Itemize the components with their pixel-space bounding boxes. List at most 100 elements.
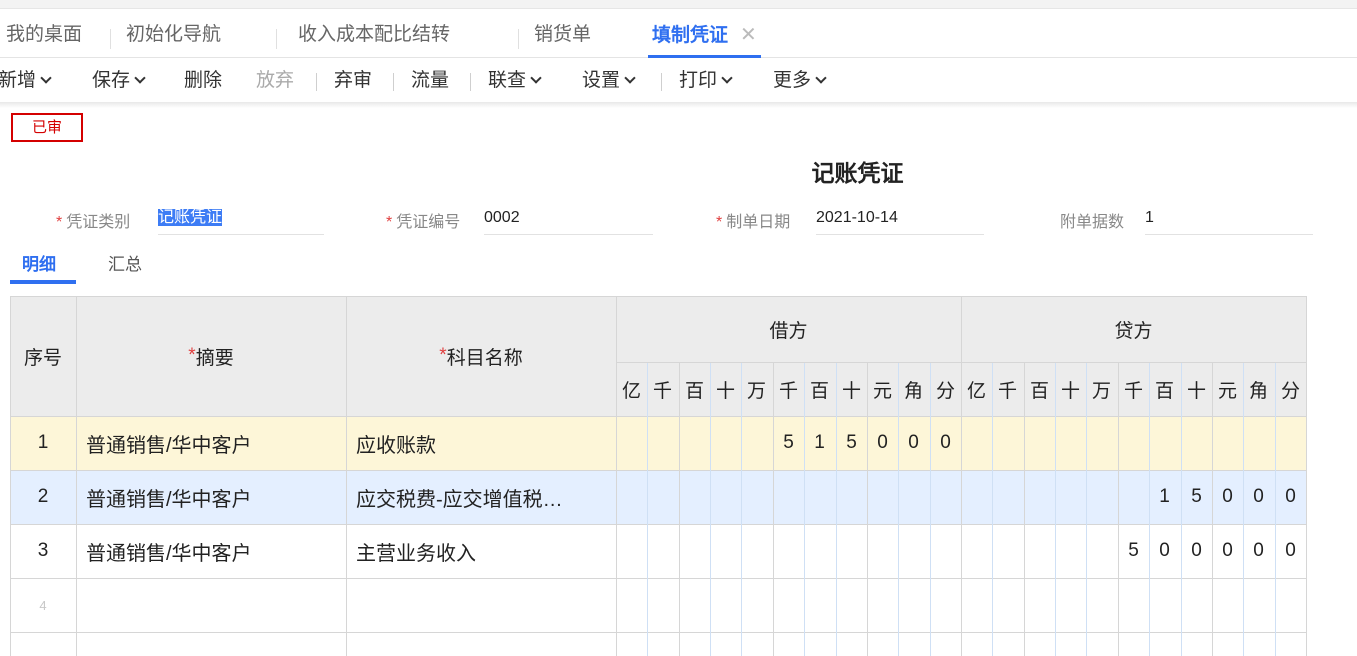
- debit-digit[interactable]: 0: [930, 416, 961, 470]
- debit-digit[interactable]: [647, 578, 678, 632]
- row-summary[interactable]: 普通销售/华中客户: [86, 416, 342, 470]
- voucher-type-field[interactable]: 记账凭证: [158, 206, 324, 235]
- debit-digit[interactable]: [773, 578, 804, 632]
- row-summary[interactable]: 普通销售/华中客户: [86, 524, 342, 578]
- row-account[interactable]: 应收账款: [356, 416, 612, 470]
- debit-digit[interactable]: [773, 470, 804, 524]
- debit-digit[interactable]: [679, 416, 710, 470]
- debit-digit[interactable]: [741, 524, 772, 578]
- debit-digit[interactable]: [741, 578, 772, 632]
- credit-digit[interactable]: 0: [1181, 524, 1212, 578]
- debit-digit[interactable]: [679, 470, 710, 524]
- debit-digit[interactable]: [867, 578, 898, 632]
- row-account[interactable]: [356, 578, 612, 632]
- debit-digit[interactable]: [647, 416, 678, 470]
- credit-digit[interactable]: [1086, 470, 1117, 524]
- credit-digit[interactable]: [961, 578, 992, 632]
- unaudit-button[interactable]: 弃审: [334, 58, 372, 104]
- credit-digit[interactable]: [1212, 578, 1243, 632]
- debit-digit[interactable]: [741, 470, 772, 524]
- tab-sales-order[interactable]: 销货单: [534, 9, 591, 55]
- debit-digit[interactable]: [898, 524, 929, 578]
- credit-digit[interactable]: [1118, 578, 1149, 632]
- debit-digit[interactable]: [616, 470, 647, 524]
- debit-digit[interactable]: [836, 578, 867, 632]
- credit-digit[interactable]: [961, 416, 992, 470]
- credit-digit[interactable]: [1024, 416, 1055, 470]
- debit-digit[interactable]: [647, 470, 678, 524]
- credit-digit[interactable]: [1243, 578, 1274, 632]
- credit-digit[interactable]: 0: [1275, 470, 1306, 524]
- credit-digit[interactable]: 1: [1149, 470, 1180, 524]
- tab-init-navigation[interactable]: 初始化导航: [126, 9, 221, 55]
- debit-digit[interactable]: [898, 470, 929, 524]
- credit-digit[interactable]: 0: [1275, 524, 1306, 578]
- credit-digit[interactable]: [1149, 578, 1180, 632]
- credit-digit[interactable]: [1118, 416, 1149, 470]
- credit-digit[interactable]: [992, 524, 1023, 578]
- row-summary[interactable]: [86, 578, 342, 632]
- row-account[interactable]: 主营业务收入: [356, 524, 612, 578]
- debit-digit[interactable]: [867, 470, 898, 524]
- debit-digit[interactable]: 0: [867, 416, 898, 470]
- debit-digit[interactable]: [616, 416, 647, 470]
- debit-digit[interactable]: [804, 578, 835, 632]
- credit-digit[interactable]: [1149, 416, 1180, 470]
- debit-digit[interactable]: [773, 524, 804, 578]
- voucher-number-field[interactable]: 0002: [484, 206, 653, 235]
- credit-digit[interactable]: [1055, 578, 1086, 632]
- debit-digit[interactable]: [616, 578, 647, 632]
- debit-digit[interactable]: [804, 470, 835, 524]
- credit-digit[interactable]: [1024, 470, 1055, 524]
- debit-digit[interactable]: [710, 416, 741, 470]
- row-summary[interactable]: 普通销售/华中客户: [86, 470, 342, 524]
- credit-digit[interactable]: [1275, 578, 1306, 632]
- link-query-button[interactable]: 联查: [488, 58, 542, 104]
- tab-detail[interactable]: 明细: [22, 250, 56, 275]
- debit-digit[interactable]: [867, 524, 898, 578]
- credit-digit[interactable]: 0: [1243, 524, 1274, 578]
- credit-digit[interactable]: [961, 470, 992, 524]
- credit-digit[interactable]: [992, 578, 1023, 632]
- debit-digit[interactable]: [836, 524, 867, 578]
- credit-digit[interactable]: [1024, 578, 1055, 632]
- credit-digit[interactable]: [992, 416, 1023, 470]
- save-button[interactable]: 保存: [92, 58, 146, 104]
- credit-digit[interactable]: [1181, 578, 1212, 632]
- debit-digit[interactable]: 5: [836, 416, 867, 470]
- debit-digit[interactable]: 0: [898, 416, 929, 470]
- flow-button[interactable]: 流量: [411, 58, 449, 104]
- debit-digit[interactable]: [930, 470, 961, 524]
- print-button[interactable]: 打印: [679, 58, 733, 104]
- debit-digit[interactable]: [836, 470, 867, 524]
- credit-digit[interactable]: [961, 524, 992, 578]
- credit-digit[interactable]: [1212, 416, 1243, 470]
- debit-digit[interactable]: [679, 578, 710, 632]
- discard-button[interactable]: 放弃: [256, 58, 294, 104]
- credit-digit[interactable]: 5: [1181, 470, 1212, 524]
- tab-summary[interactable]: 汇总: [108, 250, 142, 275]
- credit-digit[interactable]: [1181, 416, 1212, 470]
- credit-digit[interactable]: 0: [1212, 470, 1243, 524]
- row-account[interactable]: 应交税费-应交增值税…: [356, 470, 612, 524]
- debit-digit[interactable]: [679, 524, 710, 578]
- debit-digit[interactable]: [930, 524, 961, 578]
- debit-digit[interactable]: [741, 416, 772, 470]
- credit-digit[interactable]: 5: [1118, 524, 1149, 578]
- credit-digit[interactable]: [1086, 416, 1117, 470]
- credit-digit[interactable]: [1243, 416, 1274, 470]
- more-button[interactable]: 更多: [773, 58, 827, 104]
- credit-digit[interactable]: [1275, 416, 1306, 470]
- credit-digit[interactable]: 0: [1149, 524, 1180, 578]
- settings-button[interactable]: 设置: [582, 58, 636, 104]
- credit-digit[interactable]: 0: [1212, 524, 1243, 578]
- debit-digit[interactable]: [710, 524, 741, 578]
- close-icon[interactable]: ✕: [740, 24, 757, 46]
- debit-digit[interactable]: 5: [773, 416, 804, 470]
- voucher-date-field[interactable]: 2021-10-14: [816, 206, 984, 235]
- attachment-count-field[interactable]: 1: [1145, 206, 1313, 235]
- debit-digit[interactable]: [710, 470, 741, 524]
- tab-my-desktop[interactable]: 我的桌面: [6, 9, 82, 55]
- debit-digit[interactable]: 1: [804, 416, 835, 470]
- credit-digit[interactable]: [1086, 578, 1117, 632]
